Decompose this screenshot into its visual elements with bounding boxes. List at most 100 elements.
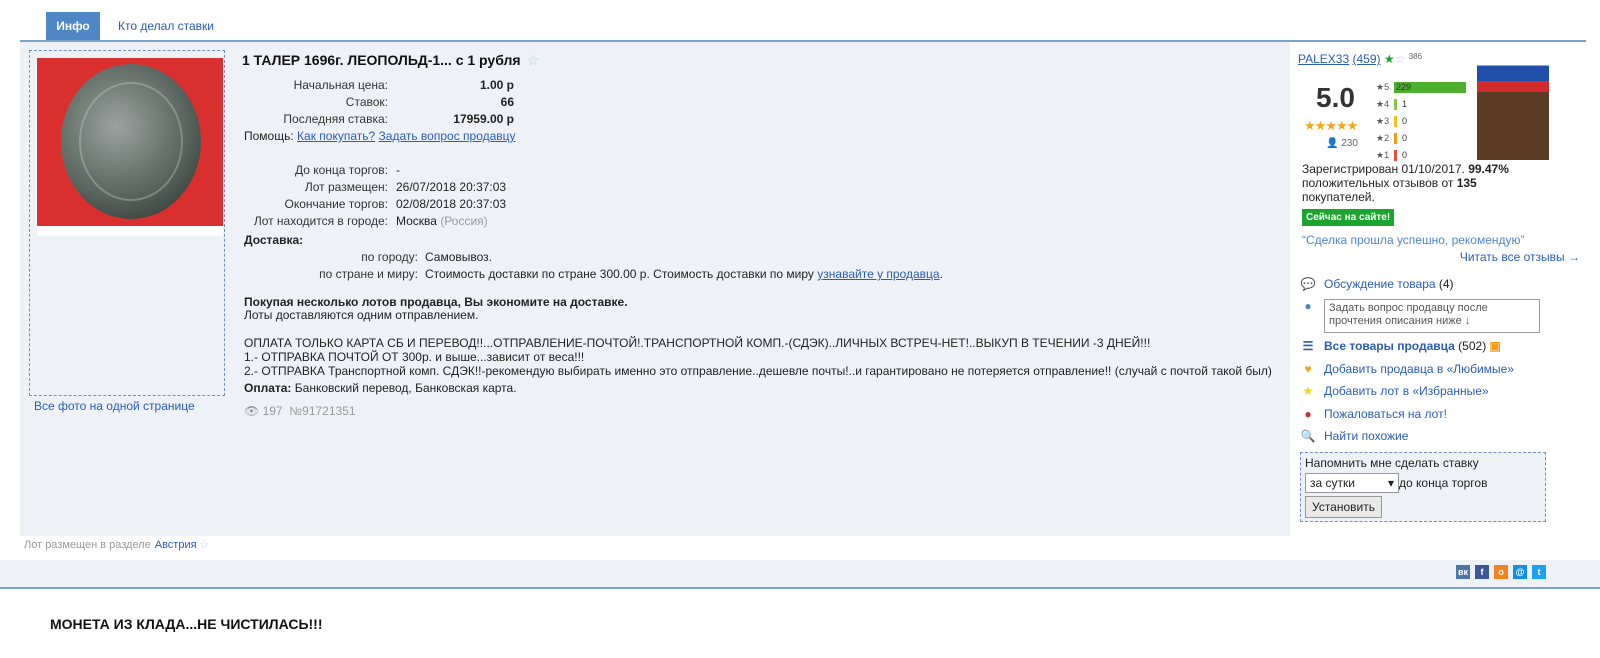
rating-bar-fill	[1394, 99, 1397, 110]
views-count: 197	[262, 404, 283, 418]
ends-in: -	[396, 163, 400, 177]
discussion-link[interactable]: 💬 Обсуждение товара (4)	[1300, 277, 1454, 291]
positive-percent: 99.47%	[1468, 162, 1509, 176]
by-country-text: Стоимость доставки по стране 300.00 р. С…	[425, 267, 814, 281]
payment-methods: Банковский перевод, Банковская карта.	[294, 381, 517, 395]
share-bar: вк f o @ t	[0, 560, 1600, 589]
star-icon: ★	[1302, 384, 1314, 398]
city: Москва	[396, 214, 437, 228]
start-price-label: Начальная цена:	[293, 78, 388, 92]
add-fav-lot-link[interactable]: ★ Добавить лот в «Избранные»	[1300, 384, 1489, 398]
city-label: Лот находится в городе:	[253, 214, 388, 228]
tab-bar: Инфо Кто делал ставки	[20, 0, 1586, 42]
start-price: 1.00 р	[479, 78, 514, 92]
rating-bar-value: 229	[1396, 82, 1412, 92]
lot-title: 1 ТАЛЕР 1696г. ЛЕОПОЛЬД-1... с 1 рубля ☆	[242, 52, 539, 69]
twitter-icon[interactable]: t	[1532, 565, 1546, 579]
rating-bar-label: ★4	[1376, 99, 1390, 109]
add-fav-seller-link[interactable]: ♥ Добавить продавца в «Любимые»	[1300, 362, 1514, 376]
registered-date: Зарегистрирован 01/10/2017.	[1302, 162, 1465, 176]
last-bid-label: Последняя ставка:	[283, 112, 388, 126]
end-label: Окончание торгов:	[284, 197, 389, 211]
odnoklassniki-icon[interactable]: o	[1494, 565, 1508, 579]
buyers-text: покупателей.	[1302, 190, 1375, 204]
all-items-label: Все товары продавца	[1324, 339, 1455, 353]
how-to-buy-link[interactable]: Как покупать?	[297, 129, 375, 143]
positive-count: 135	[1456, 176, 1477, 190]
save-notice: Покупая несколько лотов продавца, Вы эко…	[244, 295, 628, 309]
seller-row: PALEX33 (459) ★☆ 386	[1298, 52, 1422, 66]
set-reminder-button[interactable]: Установить	[1305, 496, 1382, 518]
rating-bar-label: ★2	[1376, 133, 1390, 143]
delivery-label: Доставка:	[244, 233, 304, 247]
rating-bar-value: 1	[1402, 99, 1408, 109]
remind-option: за сутки	[1310, 476, 1355, 490]
by-country: Стоимость доставки по стране 300.00 р. С…	[425, 267, 943, 281]
rating-bar-value: 0	[1402, 116, 1408, 126]
rating-bar-label: ★3	[1376, 116, 1390, 126]
discussion-count: (4)	[1438, 277, 1454, 291]
ask-seller-link[interactable]: Задать вопрос продавцу	[379, 129, 516, 143]
save-text: Лоты доставляются одним отправлением.	[244, 308, 479, 322]
rss-icon[interactable]: ▣	[1490, 339, 1501, 353]
photo-spacer	[37, 226, 223, 236]
country: (Россия)	[440, 214, 488, 228]
remind-box: Напомнить мне сделать ставку за сутки ▾ д…	[1300, 452, 1546, 522]
end-date: 02/08/2018 20:37:03	[396, 197, 507, 211]
similar-label: Найти похожие	[1324, 429, 1409, 443]
rating-bar-value: 0	[1402, 150, 1408, 160]
speech-bubble-icon: ●	[1304, 299, 1312, 313]
bids-label: Ставок:	[345, 95, 388, 109]
star-outline-icon[interactable]: ☆	[200, 539, 210, 551]
star-outline-icon: ☆	[1394, 52, 1406, 66]
lot-photo[interactable]	[37, 58, 223, 226]
by-city-label: по городу:	[361, 250, 418, 264]
rating-bar-label: ★5	[1376, 82, 1390, 92]
vk-icon[interactable]: вк	[1456, 565, 1470, 579]
complain-link[interactable]: ● Пожаловаться на лот!	[1300, 407, 1447, 421]
seller-score: 5.0	[1316, 82, 1355, 113]
help-label: Помощь:	[244, 129, 294, 143]
heart-icon: ♥	[1304, 362, 1312, 376]
similar-link[interactable]: 🔍 Найти похожие	[1300, 429, 1409, 443]
ask-seller-delivery-link[interactable]: узнавайте у продавца	[817, 267, 939, 281]
eye-icon: 👁	[244, 404, 260, 418]
rating-bar-value: 0	[1402, 133, 1408, 143]
lot-panel: Все фото на одной странице 1 ТАЛЕР 1696г…	[20, 42, 1586, 536]
add-fav-lot-label: Добавить лот в «Избранные»	[1324, 384, 1489, 398]
moimir-icon[interactable]: @	[1513, 565, 1527, 579]
coin-image	[61, 64, 201, 219]
star-outline-icon[interactable]: ☆	[527, 52, 540, 68]
chevron-down-icon: ▾	[1387, 476, 1394, 490]
all-photos-link[interactable]: Все фото на одной странице	[34, 399, 195, 413]
by-country-label: по стране и миру:	[319, 267, 418, 281]
review-quote: “Сделка прошла успешно, рекомендую”	[1302, 233, 1525, 247]
all-items-count: (502)	[1458, 339, 1487, 353]
registration-info: Зарегистрирован 01/10/2017. 99.47% полож…	[1302, 162, 1552, 204]
list-icon: ☰	[1302, 339, 1314, 353]
rating-bar-label: ★1	[1376, 150, 1390, 160]
five-stars-icon: ★★★★★	[1304, 118, 1358, 133]
all-items-link[interactable]: ☰ Все товары продавца (502) ▣	[1300, 339, 1501, 353]
positive-text: положительных отзывов от	[1302, 176, 1454, 190]
section-link[interactable]: Австрия	[155, 539, 197, 551]
last-bid: 17959.00 р	[453, 112, 514, 126]
seller-rating-count[interactable]: (459)	[1353, 52, 1381, 66]
tab-bidders[interactable]: Кто делал ставки	[118, 12, 214, 40]
person-icon: 👤	[1326, 138, 1339, 149]
chat-icon: 💬	[1300, 277, 1316, 291]
help-row: Помощь: Как покупать? Задать вопрос прод…	[244, 129, 516, 143]
description-line-2: 1.- ОТПРАВКА ПОЧТОЙ ОТ 300р. и выше...за…	[244, 350, 585, 364]
ends-in-label: До конца торгов:	[294, 163, 388, 177]
seller-name[interactable]: PALEX33	[1298, 52, 1349, 66]
tab-info[interactable]: Инфо	[46, 12, 100, 40]
seller-avatar[interactable]	[1477, 50, 1549, 160]
read-all-reviews-link[interactable]: Читать все отзывы →	[1460, 250, 1580, 264]
reviews-count: 230	[1341, 138, 1358, 149]
ask-question-input[interactable]: Задать вопрос продавцу после прочтения о…	[1324, 299, 1540, 333]
ask-icon-wrap: ●	[1300, 299, 1324, 313]
posted-label: Лот размещен:	[304, 180, 388, 194]
facebook-icon[interactable]: f	[1475, 565, 1489, 579]
remind-select[interactable]: за сутки ▾	[1305, 473, 1399, 493]
rating-bar-fill	[1394, 116, 1397, 127]
